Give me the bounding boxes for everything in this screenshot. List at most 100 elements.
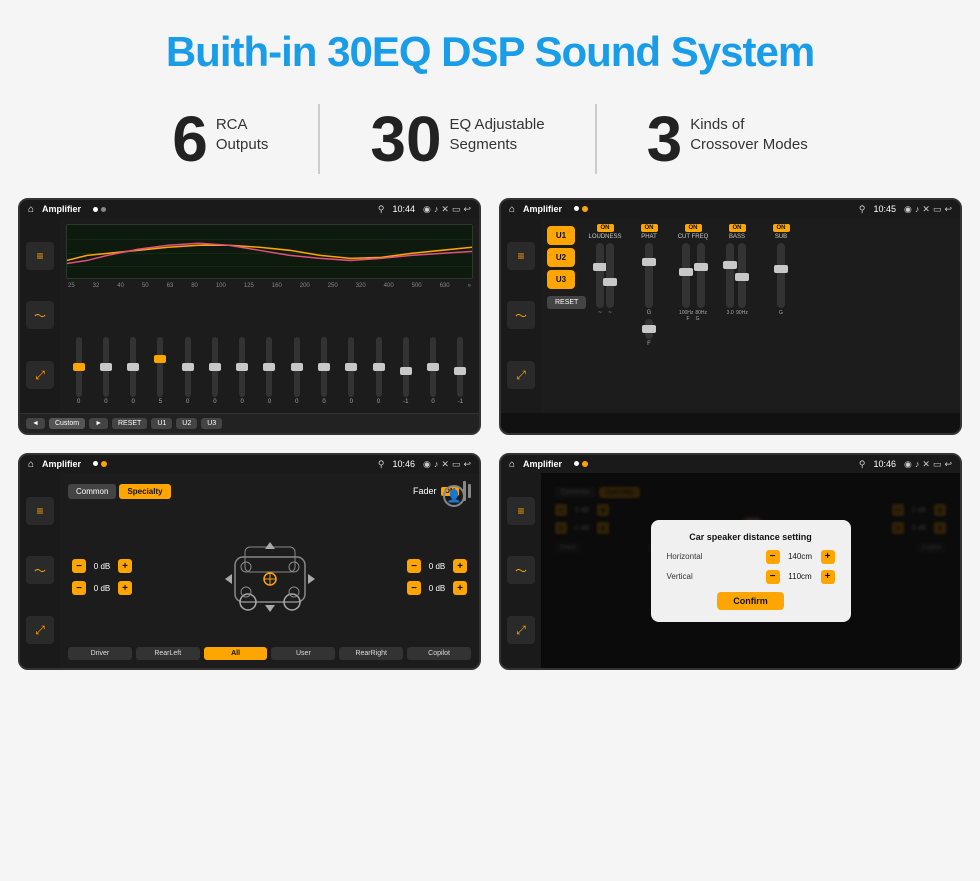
fader-dot-1: [93, 461, 98, 466]
dialog-vertical-plus[interactable]: +: [821, 570, 835, 584]
fader-tune-icon[interactable]: ≡: [26, 497, 54, 525]
crossover-wave-icon[interactable]: 〜: [507, 301, 535, 329]
fader-app-name: Amplifier: [42, 459, 81, 469]
dialog-box: Car speaker distance setting Horizontal …: [651, 520, 851, 622]
crossover-controls: ON LOUDNESS ~ ~: [581, 218, 960, 413]
confirm-button[interactable]: Confirm: [717, 592, 784, 610]
crossover-main-area: U1 U2 U3 RESET ON LOUDNESS ~: [541, 218, 960, 413]
fader-copilot-btn[interactable]: Copilot: [407, 647, 471, 660]
eq-prev-btn[interactable]: ◄: [26, 418, 45, 429]
sub-on-badge: ON: [773, 224, 790, 232]
dialog-vertical-value: 110cm: [783, 572, 818, 581]
eq-sliders-row: 0 0 0 5 0 0 0 0 0 0 0 0 -1 0 -1: [66, 292, 473, 407]
fader-expand-icon[interactable]: ⤢: [26, 616, 54, 644]
fader-user-btn[interactable]: User: [271, 647, 335, 660]
crossover-dot-2: [582, 206, 588, 212]
dialog-tune-icon[interactable]: ≡: [507, 497, 535, 525]
eq-next-btn[interactable]: ►: [89, 418, 108, 429]
fader-rearright-btn[interactable]: RearRight: [339, 647, 403, 660]
fader-back-icon[interactable]: ↩: [463, 459, 471, 470]
eq-home-icon[interactable]: ⌂: [28, 204, 34, 215]
crossover-app-name: Amplifier: [523, 204, 562, 214]
eq-sidebar: ≡ 〜 ⤢: [20, 218, 60, 413]
crossover-speaker-icon: ♪: [915, 204, 920, 214]
db-left-2-value: 0 dB: [89, 584, 115, 593]
dialog-sidebar: ≡ 〜 ⤢: [501, 473, 541, 668]
dialog-expand-icon[interactable]: ⤢: [507, 616, 535, 644]
fader-specialty-tab[interactable]: Specialty: [119, 484, 170, 499]
eq-u1-btn[interactable]: U1: [151, 418, 172, 429]
fader-close-icon: ✕: [441, 459, 449, 470]
eq-status-bar: ⌂ Amplifier ⚲ 10:44 ◉ ♪ ✕ ▭ ↩: [20, 200, 479, 218]
dialog-overlay: Car speaker distance setting Horizontal …: [541, 473, 960, 668]
eq-freq-labels: 2532405063 80100125160200 25032040050063…: [66, 283, 473, 289]
crossover-tune-icon[interactable]: ≡: [507, 242, 535, 270]
stat-eq: 30 EQ AdjustableSegments: [320, 107, 594, 171]
crossover-expand-icon[interactable]: ⤢: [507, 361, 535, 389]
eq-custom-btn[interactable]: Custom: [49, 418, 85, 429]
fader-all-btn[interactable]: All: [204, 647, 268, 660]
dialog-horizontal-plus[interactable]: +: [821, 550, 835, 564]
dialog-screen-card: ⌂ Amplifier ⚲ 10:46 ◉ ♪ ✕ ▭ ↩ ≡ 〜 ⤢: [499, 453, 962, 670]
fader-driver-btn[interactable]: Driver: [68, 647, 132, 660]
db-left-1-minus[interactable]: −: [72, 559, 86, 573]
dialog-close-icon: ✕: [922, 459, 930, 470]
eq-back-icon[interactable]: ↩: [463, 204, 471, 215]
stat-eq-label: EQ AdjustableSegments: [450, 107, 545, 154]
sub-label: SUB: [775, 234, 787, 240]
db-right-2-plus[interactable]: +: [453, 581, 467, 595]
dialog-wave-icon[interactable]: 〜: [507, 556, 535, 584]
dialog-horizontal-minus[interactable]: −: [766, 550, 780, 564]
db-left-2-plus[interactable]: +: [118, 581, 132, 595]
db-right-2-minus[interactable]: −: [407, 581, 421, 595]
dialog-speaker-icon: ♪: [915, 459, 920, 469]
eq-expand-icon[interactable]: ⤢: [26, 361, 54, 389]
crossover-u3-btn[interactable]: U3: [547, 270, 575, 289]
fader-wave-icon[interactable]: 〜: [26, 556, 54, 584]
crossover-u2-btn[interactable]: U2: [547, 248, 575, 267]
db-right-1-minus[interactable]: −: [407, 559, 421, 573]
eq-u2-btn[interactable]: U2: [176, 418, 197, 429]
bass-ctrl: ON BASS 3.0 90Hz: [717, 224, 757, 407]
eq-tune-icon[interactable]: ≡: [26, 242, 54, 270]
db-left-2-minus[interactable]: −: [72, 581, 86, 595]
dialog-window-icon: ▭: [933, 459, 942, 470]
eq-screen-card: ⌂ Amplifier ⚲ 10:44 ◉ ♪ ✕ ▭ ↩ ≡ 〜 ⤢: [18, 198, 481, 435]
db-left-1-plus[interactable]: +: [118, 559, 132, 573]
crossover-u1-btn[interactable]: U1: [547, 226, 575, 245]
stats-row: 6 RCAOutputs 30 EQ AdjustableSegments 3 …: [0, 94, 980, 198]
dialog-dots: [574, 461, 588, 467]
cutfreq-label: CUT FREQ: [678, 234, 709, 240]
crossover-screen-card: ⌂ Amplifier ⚲ 10:45 ◉ ♪ ✕ ▭ ↩ ≡ 〜 ⤢: [499, 198, 962, 435]
crossover-home-icon[interactable]: ⌂: [509, 204, 515, 215]
crossover-back-icon[interactable]: ↩: [944, 204, 952, 215]
stat-rca-number: 6: [172, 107, 208, 171]
dialog-vertical-minus[interactable]: −: [766, 570, 780, 584]
loudness-ctrl: ON LOUDNESS ~ ~: [585, 224, 625, 407]
car-diagram: [138, 537, 401, 617]
eq-u3-btn[interactable]: U3: [201, 418, 222, 429]
phat-ctrl: ON PHAT G F: [629, 224, 669, 407]
fader-time: 10:46: [393, 459, 416, 469]
stat-rca-label: RCAOutputs: [216, 107, 269, 154]
eq-wave-icon[interactable]: 〜: [26, 301, 54, 329]
dialog-horizontal-label: Horizontal: [667, 552, 766, 561]
eq-dots: [93, 207, 106, 212]
dialog-home-icon[interactable]: ⌂: [509, 459, 515, 470]
dialog-dot-2: [582, 461, 588, 467]
fader-common-tab[interactable]: Common: [68, 484, 116, 499]
dialog-content: ≡ 〜 ⤢ Common Specialty −0 dB+: [501, 473, 960, 668]
dialog-back-icon[interactable]: ↩: [944, 459, 952, 470]
db-right-1-plus[interactable]: +: [453, 559, 467, 573]
fader-home-icon[interactable]: ⌂: [28, 459, 34, 470]
crossover-location-icon: ⚲: [859, 204, 866, 215]
eq-reset-btn[interactable]: RESET: [112, 418, 147, 429]
dialog-time: 10:46: [874, 459, 897, 469]
fader-rearleft-btn[interactable]: RearLeft: [136, 647, 200, 660]
crossover-u-buttons: U1 U2 U3 RESET: [541, 218, 581, 413]
crossover-close-icon: ✕: [922, 204, 930, 215]
dialog-app-name: Amplifier: [523, 459, 562, 469]
eq-dot-2: [101, 207, 106, 212]
loudness-label: LOUDNESS: [588, 234, 621, 240]
dialog-title: Car speaker distance setting: [667, 532, 835, 542]
